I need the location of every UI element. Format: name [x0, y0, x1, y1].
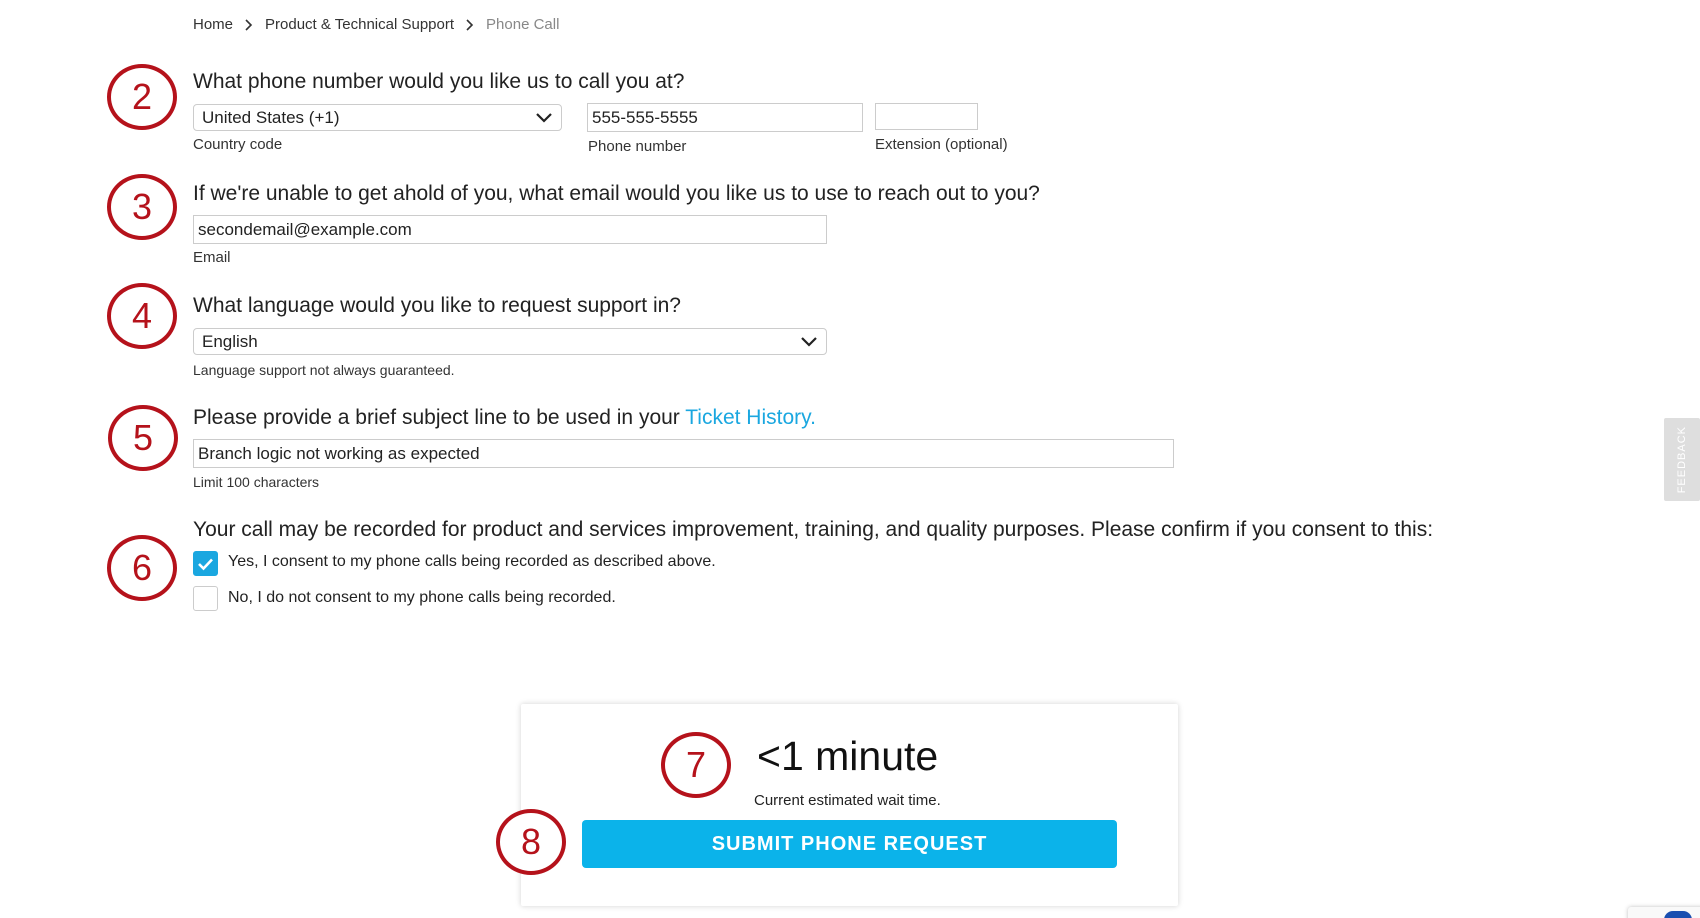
recaptcha-badge[interactable] — [1628, 907, 1700, 918]
checkmark-icon — [198, 558, 213, 570]
step-number-badge: 3 — [107, 174, 177, 240]
wait-time-caption: Current estimated wait time. — [754, 792, 941, 809]
recaptcha-icon — [1664, 911, 1692, 918]
phone-number-label: Phone number — [588, 138, 687, 155]
consent-yes-checkbox[interactable] — [193, 551, 218, 576]
country-code-select[interactable]: United States (+1) — [193, 104, 562, 131]
step-number-badge: 6 — [107, 535, 177, 601]
country-code-label: Country code — [193, 136, 283, 153]
language-help: Language support not always guaranteed. — [193, 362, 455, 378]
step-number-badge: 2 — [107, 64, 177, 130]
extension-input[interactable] — [875, 103, 978, 130]
country-code-value: United States (+1) — [202, 107, 340, 127]
extension-label: Extension (optional) — [875, 136, 1008, 153]
breadcrumb: Home Product & Technical Support Phone C… — [193, 16, 559, 33]
ticket-history-link[interactable]: Ticket History. — [685, 406, 816, 429]
step-number-badge: 8 — [496, 809, 566, 875]
step-number-badge: 7 — [661, 732, 731, 798]
breadcrumb-home-link[interactable]: Home — [193, 16, 233, 33]
subject-question-text: Please provide a brief subject line to b… — [193, 406, 686, 429]
consent-question: Your call may be recorded for product an… — [193, 518, 1434, 541]
step-number-badge: 5 — [108, 405, 178, 471]
step-number-badge: 4 — [107, 283, 177, 349]
wait-time-value: <1 minute — [757, 733, 939, 779]
language-select[interactable]: English — [193, 328, 827, 355]
feedback-tab[interactable]: FEEDBACK — [1664, 418, 1700, 501]
subject-help: Limit 100 characters — [193, 474, 320, 490]
chevron-down-icon — [536, 112, 552, 123]
submit-phone-request-button[interactable]: SUBMIT PHONE REQUEST — [582, 820, 1117, 868]
consent-no-checkbox[interactable] — [193, 586, 218, 611]
subject-question: Please provide a brief subject line to b… — [193, 406, 816, 430]
language-question: What language would you like to request … — [193, 294, 681, 317]
consent-yes-label[interactable]: Yes, I consent to my phone calls being r… — [228, 553, 716, 571]
email-question: If we're unable to get ahold of you, wha… — [193, 182, 1040, 205]
chevron-right-icon — [466, 18, 474, 31]
email-input[interactable]: secondemail@example.com — [193, 215, 827, 244]
breadcrumb-support-link[interactable]: Product & Technical Support — [265, 16, 454, 33]
email-label: Email — [193, 249, 231, 266]
phone-question: What phone number would you like us to c… — [193, 70, 685, 93]
consent-no-label[interactable]: No, I do not consent to my phone calls b… — [228, 589, 616, 607]
chevron-down-icon — [801, 336, 817, 347]
breadcrumb-current: Phone Call — [486, 16, 560, 33]
feedback-tab-label: FEEDBACK — [1676, 425, 1688, 494]
phone-number-input[interactable]: 555-555-5555 — [587, 103, 863, 132]
chevron-right-icon — [245, 18, 253, 31]
language-value: English — [202, 331, 258, 351]
subject-input[interactable]: Branch logic not working as expected — [193, 439, 1174, 468]
